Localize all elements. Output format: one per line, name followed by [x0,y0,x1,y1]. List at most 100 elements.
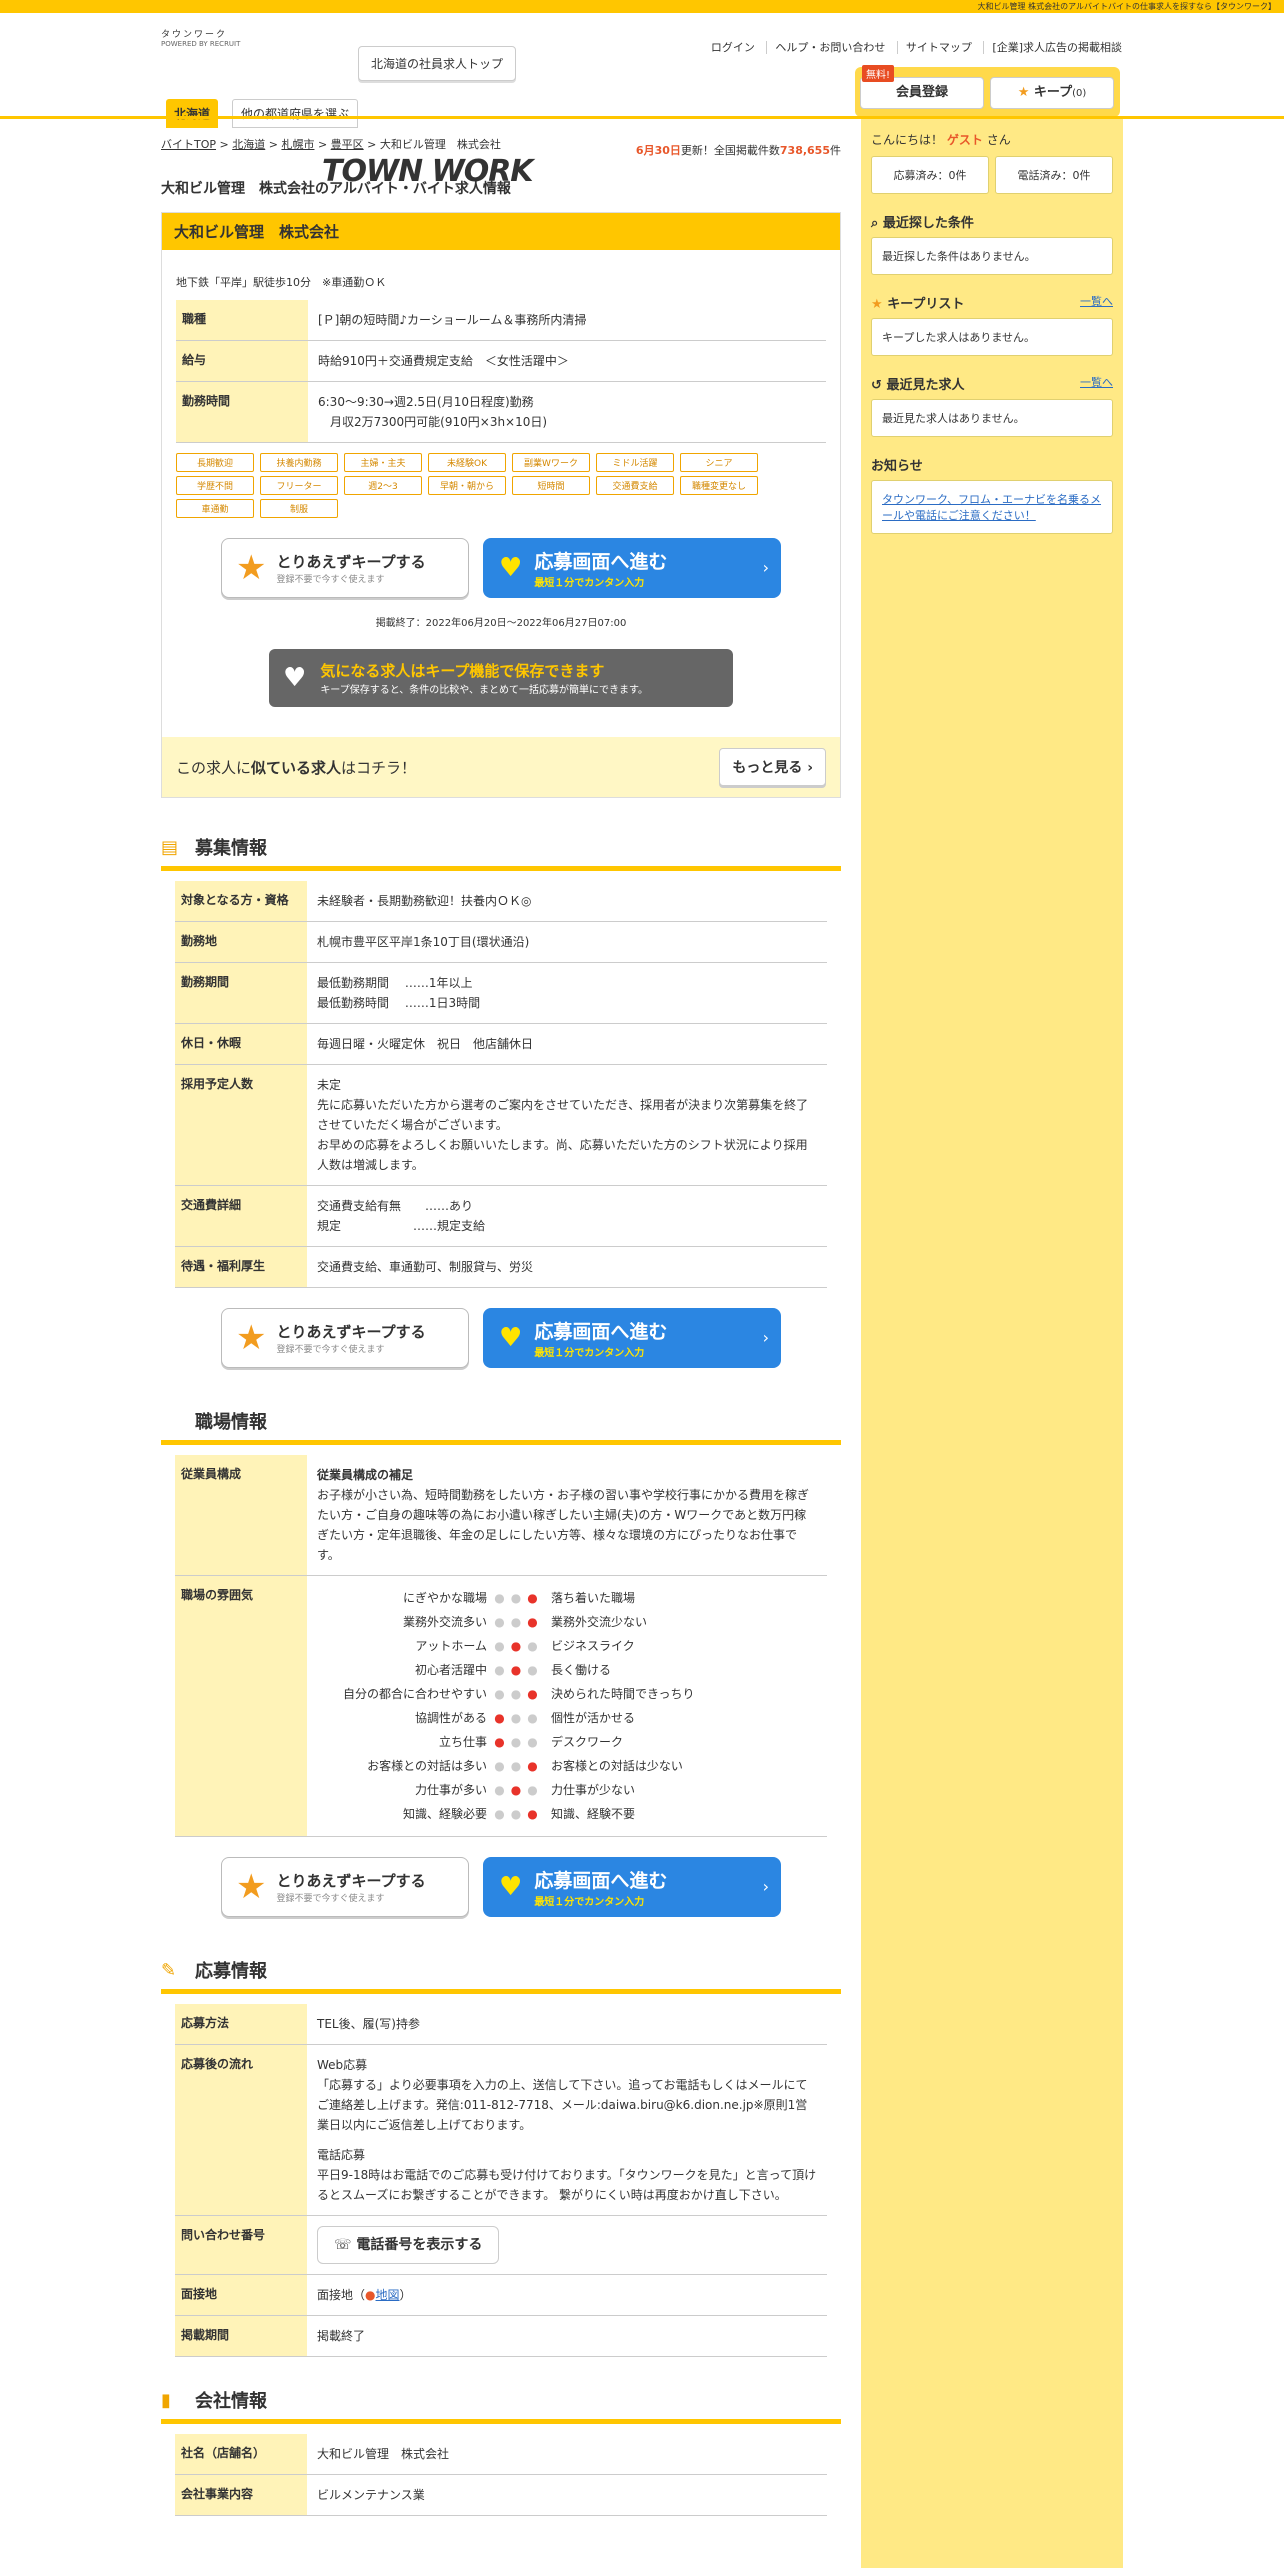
edit-icon: ✎ [161,1959,177,1981]
atmosphere-row: 立ち仕事 ●●● デスクワーク [317,1730,817,1754]
history-icon: ↺ [871,378,882,393]
recruit-table: 対象となる方・資格 未経験者・長期勤務歓迎！扶養内ＯＫ◎ 勤務地 札幌市豊平区平岸1… [175,881,827,1288]
atmosphere-left: アットホーム [415,1639,487,1653]
atmosphere-row: アットホーム ●●● ビジネスライク [317,1634,817,1658]
region-tab-other[interactable]: 他の都道府県を選ぶ [232,99,359,128]
sitemap-link[interactable]: サイトマップ [896,41,972,54]
listing-period: 掲載終了：2022年06月20日～2022年06月27日07:00 [375,618,627,629]
atmosphere-scale: ●●● [487,1730,551,1754]
apply-button[interactable]: ♥ 応募画面へ進む 最短１分でカンタン入力 › [483,1308,781,1368]
atmosphere-dot: ● [527,1639,544,1653]
free-badge: 無料! [862,65,895,82]
atmosphere-list: にぎやかな職場 ●●● 落ち着いた職場 業務外交流多い ●●● 業務外交流少ない アットホー… [307,1575,827,1837]
staff-text: お子様が小さい為、短時間勤務をしたい方・お子様の習い事や学校行事にかかる費用を稼… [317,1488,810,1562]
atmosphere-dot: ● [510,1735,528,1749]
atmosphere-scale: ●●● [487,1754,551,1778]
row-value: 札幌市豊平区平岸1条10丁目(環状通沿) [307,921,827,963]
row-value: ☏ 電話番号を表示する [307,2215,827,2275]
company-table: 社名（店舗名） 大和ビル管理 株式会社 会社事業内容 ビルメンテナンス業 [175,2434,827,2516]
bookmark-icon: ▮ [161,2389,171,2411]
apply-table: 応募方法 TEL後、履(写)持参 応募後の流れ Web応募 「応募する」より必要事項を… [175,2004,827,2357]
apply-button[interactable]: ♥ 応募画面へ進む 最短１分でカンタン入力 › [483,1857,781,1917]
notice-box: タウンワーク、フロム・エーナビを名乗るメールや電話にご注意ください！ [871,480,1113,534]
more-label: もっと見る [732,760,803,776]
update-info: 6月30日更新！全国掲載件数738,655件 [636,142,841,158]
map-link[interactable]: 地図 [376,2288,400,2302]
workplace-table: 従業員構成 従業員構成の補足 お子様が小さい為、短時間勤務をしたい方・お子様の習い事… [175,1455,827,1837]
page-title: 大和ビル管理 株式会社のアルバイト・バイト求人情報 [161,181,511,197]
keep-count: (0) [1072,88,1087,99]
atmosphere-marker: ● [510,1639,528,1653]
row-label: 勤務時間 [176,381,308,443]
keeplist-link[interactable]: 一覧へ [1080,293,1113,312]
atmosphere-left: 初心者活躍中 [414,1663,487,1677]
recent-view-link[interactable]: 一覧へ [1080,374,1113,393]
star-icon: ★ [1017,85,1030,100]
action-buttons: ★ とりあえずキープする 登録不要で今すぐ使えます ♥ 応募画面へ進む 最短１分でカンタ… [175,1308,827,1368]
help-link[interactable]: ヘルプ・お問い合わせ [766,41,886,54]
atmosphere-marker: ● [527,1615,544,1629]
chevron-right-icon: › [762,1877,769,1896]
similar-post: はコチラ！ [341,758,417,777]
work-income: 月収2万7300円可能(910円×3h×10日) [318,415,548,429]
advertise-link[interactable]: [企業]求人広告の掲載相談 [983,41,1122,54]
atmosphere-right: 長く働ける [551,1663,612,1677]
atmosphere-dot: ● [494,1783,511,1797]
breadcrumb-item[interactable]: 北海道 [232,138,265,151]
row-line: お早めの応募をよろしくお願いいたします。尚、応募いただいた方のシフト状況により採… [317,1138,808,1172]
atmosphere-left: 業務外交流多い [402,1615,487,1629]
atmosphere-marker: ● [527,1807,544,1821]
row-value: [Ｐ]朝の短時間♪カーショールーム＆事務所内清掃 [308,300,826,341]
keep-sublabel: 登録不要で今すぐ使えます [276,1894,385,1904]
atmosphere-marker: ● [527,1759,544,1773]
region-tab-hokkaido[interactable]: 北海道 [166,99,219,128]
row-line: 交通費支給有無 ……あり [317,1199,474,1213]
flow-line: 平日9-18時はお電話でのご応募も受け付けております。「タウンワークを見た」と言… [317,2168,817,2202]
row-label: 採用予定人数 [175,1064,307,1186]
keeplist-empty: キープした求人はありません。 [871,318,1113,356]
keep-job-button[interactable]: ★ とりあえずキープする 登録不要で今すぐ使えます [221,538,469,598]
breadcrumb-item[interactable]: 豊平区 [331,138,364,151]
show-phone-button[interactable]: ☏ 電話番号を表示する [317,2226,500,2264]
apply-button[interactable]: ♥ 応募画面へ進む 最短１分でカンタン入力 › [483,538,781,598]
apply-label: 応募画面へ進む [534,1870,668,1892]
atmosphere-row: にぎやかな職場 ●●● 落ち着いた職場 [317,1586,817,1610]
logo-sub: POWERED BY RECRUIT [161,40,241,48]
notice-link[interactable]: タウンワーク、フロム・エーナビを名乗るメールや電話にご注意ください！ [882,493,1101,522]
atmosphere-dot: ● [494,1663,511,1677]
bird-icon: ♥ [499,1323,523,1353]
apply-sublabel: 最短１分でカンタン入力 [534,1348,645,1359]
table-row: 掲載期間 掲載終了 [175,2315,827,2357]
logo[interactable]: タウンワーク TOWN WORK POWERED BY RECRUIT [161,27,534,187]
header: タウンワーク TOWN WORK POWERED BY RECRUIT 北海道の… [0,13,1284,187]
keeplist-head: ★ キープリスト 一覧へ [871,293,1113,312]
keep-job-button[interactable]: ★ とりあえずキープする 登録不要で今すぐ使えます [221,1308,469,1368]
keep-button[interactable]: ★ キープ(0) [990,77,1114,109]
login-link[interactable]: ログイン [703,41,755,54]
tag: 副業Wワーク [512,453,590,472]
atmosphere-marker: ● [494,1735,511,1749]
section-title: 応募情報 [195,1961,267,1982]
breadcrumb-item[interactable]: 札幌市 [281,138,314,151]
atmosphere-marker: ● [527,1591,544,1605]
breadcrumb-item[interactable]: バイトTOP [161,138,216,151]
more-button[interactable]: もっと見る › [719,748,826,786]
update-date: 6月30日 [635,144,681,157]
atmosphere-scale: ●●● [487,1658,551,1682]
row-value: 6:30～9:30→週2.5日(月10日程度)勤務 月収2万7300円可能(91… [308,381,826,443]
row-value: 面接地（●地図） [307,2274,827,2316]
atmosphere-left: 立ち仕事 [438,1735,487,1749]
hokkaido-top-button[interactable]: 北海道の社員求人トップ [358,46,517,81]
greeting: こんにちは！ ゲスト さん [871,131,1113,148]
row-label: 待遇・福利厚生 [175,1246,307,1288]
chevron-right-icon: › [762,1328,769,1347]
atmosphere-dot: ● [494,1639,511,1653]
tag: ミドル活躍 [596,453,674,472]
table-row: 勤務期間 最低勤務期間 ……1年以上 最低勤務時間 ……1日3時間 [175,962,827,1024]
row-value: 毎週日曜・火曜定休 祝日 他店舗休日 [307,1023,827,1065]
atmosphere-right: デスクワーク [551,1735,624,1749]
atmosphere-row: 協調性がある ●●● 個性が活かせる [317,1706,817,1730]
keep-label: とりあえずキープする [276,1323,426,1341]
keep-job-button[interactable]: ★ とりあえずキープする 登録不要で今すぐ使えます [221,1857,469,1917]
tag: 早朝・朝から [428,476,506,495]
